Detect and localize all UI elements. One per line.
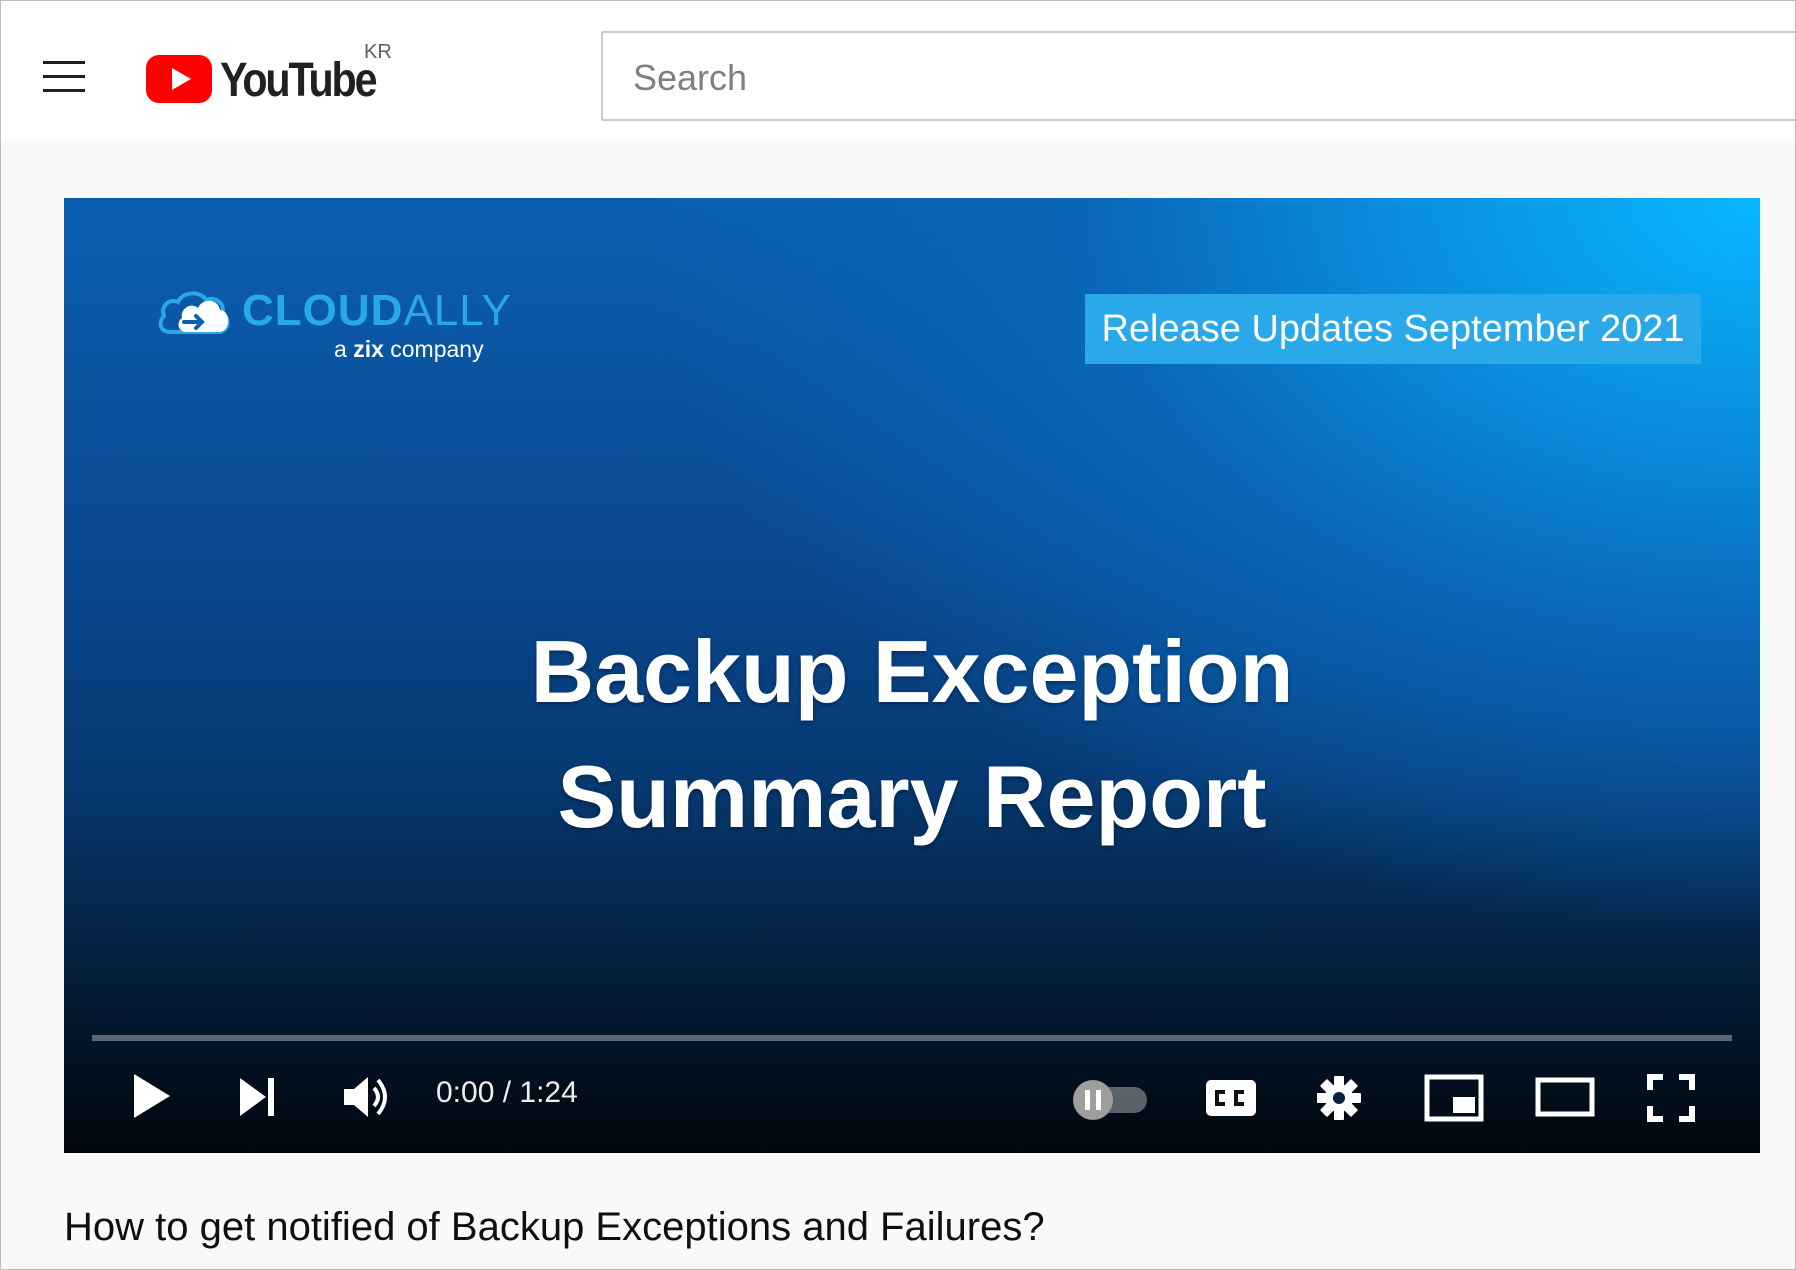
release-badge: Release Updates September 2021: [1085, 294, 1701, 364]
next-icon: [240, 1078, 274, 1116]
volume-icon: [344, 1077, 387, 1117]
autoplay-toggle[interactable]: [1071, 1078, 1151, 1122]
cloudally-logo: CLOUDALLY a zix company: [156, 286, 516, 376]
video-title-line-1: Backup Exception: [530, 622, 1294, 721]
video-title: How to get notified of Backup Exceptions…: [64, 1205, 1045, 1249]
time-display: 0:00 / 1:24: [436, 1076, 578, 1110]
cloudally-wordmark: CLOUDALLY: [242, 286, 512, 335]
volume-button[interactable]: [342, 1074, 392, 1120]
hamburger-menu-icon[interactable]: [31, 49, 97, 103]
youtube-logo[interactable]: YouTube KR: [146, 41, 406, 107]
play-icon: [134, 1074, 170, 1118]
masthead: YouTube KR: [1, 1, 1795, 141]
miniplayer-button[interactable]: [1424, 1074, 1484, 1122]
cc-icon: [1206, 1080, 1256, 1116]
youtube-play-logo-icon: [146, 55, 212, 103]
search-box[interactable]: [601, 31, 1795, 121]
progress-bar[interactable]: [92, 1035, 1732, 1041]
country-code: KR: [364, 41, 392, 63]
fullscreen-button[interactable]: [1647, 1074, 1695, 1122]
current-time: 0:00: [436, 1076, 495, 1109]
theater-mode-icon: [1535, 1077, 1595, 1117]
cloudally-tagline: a zix company: [334, 336, 484, 362]
browser-frame: YouTube KR CLOUDALLY a zix company Relea…: [0, 0, 1796, 1270]
theater-mode-button[interactable]: [1535, 1074, 1595, 1120]
play-button[interactable]: [126, 1068, 176, 1124]
next-button[interactable]: [234, 1074, 282, 1120]
search-input[interactable]: [631, 53, 1735, 103]
autoplay-pause-toggle-icon: [1073, 1080, 1147, 1120]
settings-gear-icon: [1317, 1076, 1361, 1120]
settings-button[interactable]: [1315, 1074, 1363, 1122]
duration: 1:24: [519, 1076, 578, 1109]
logo-wordmark: YouTube: [220, 54, 378, 107]
controls-gradient: [64, 953, 1760, 1153]
cloud-logo-icon: [158, 291, 230, 334]
video-player[interactable]: CLOUDALLY a zix company Release Updates …: [64, 198, 1760, 1153]
time-separator: /: [494, 1076, 520, 1109]
miniplayer-icon: [1424, 1074, 1484, 1122]
fullscreen-icon: [1647, 1074, 1695, 1122]
captions-button[interactable]: [1204, 1076, 1258, 1120]
video-title-line-2: Summary Report: [557, 747, 1267, 846]
